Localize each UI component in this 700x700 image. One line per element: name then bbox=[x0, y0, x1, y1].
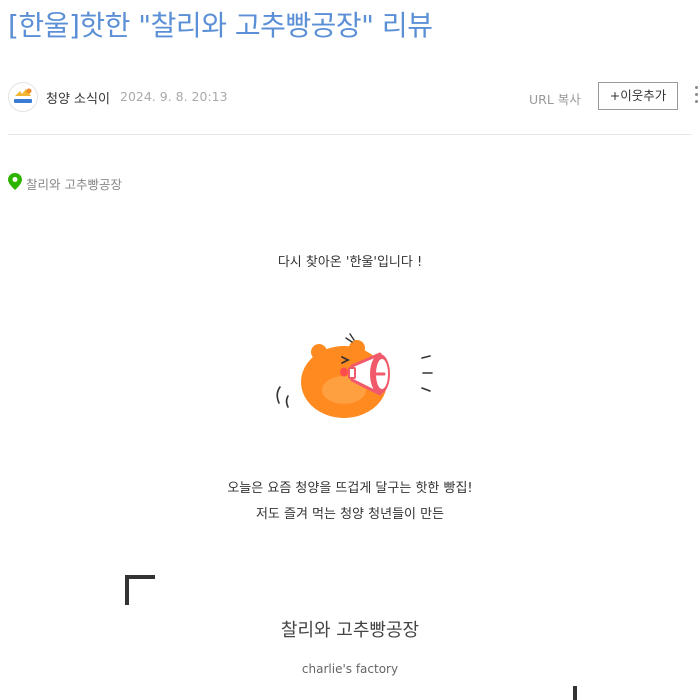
avatar-logo-icon bbox=[9, 83, 37, 111]
megaphone-bear-sticker bbox=[276, 333, 433, 418]
author-name[interactable]: 청양 소식이 bbox=[46, 88, 110, 107]
shop-subtitle: charlie's factory bbox=[301, 662, 399, 676]
avatar[interactable] bbox=[8, 82, 38, 112]
url-copy-button[interactable]: URL 복사 bbox=[529, 89, 581, 108]
divider bbox=[8, 134, 692, 135]
add-neighbor-button[interactable]: +이웃추가 bbox=[598, 82, 678, 110]
intro-line-1: 오늘은 요즘 청양을 뜨겁게 달구는 핫한 빵집! bbox=[227, 481, 473, 496]
vertical-dots-icon[interactable] bbox=[692, 86, 700, 108]
greeting-text: 다시 찾아온 '한울'입니다 ! bbox=[277, 255, 423, 270]
post-title: [한울]핫한 "찰리와 고추빵공장" 리뷰 bbox=[8, 9, 433, 42]
quote-bracket-bottom-right bbox=[573, 686, 577, 700]
shop-name-heading: 찰리와 고추빵공장 bbox=[280, 620, 420, 641]
author-row: 청양 소식이 2024. 9. 8. 20:13 URL 복사 +이웃추가 bbox=[8, 80, 700, 114]
post-date: 2024. 9. 8. 20:13 bbox=[120, 89, 228, 104]
intro-line-2: 저도 즐겨 먹는 청양 청년들이 만든 bbox=[255, 507, 445, 522]
map-pin-icon bbox=[8, 173, 22, 190]
quote-bracket-top-left bbox=[125, 575, 155, 605]
location-label: 찰리와 고추빵공장 bbox=[26, 177, 122, 192]
